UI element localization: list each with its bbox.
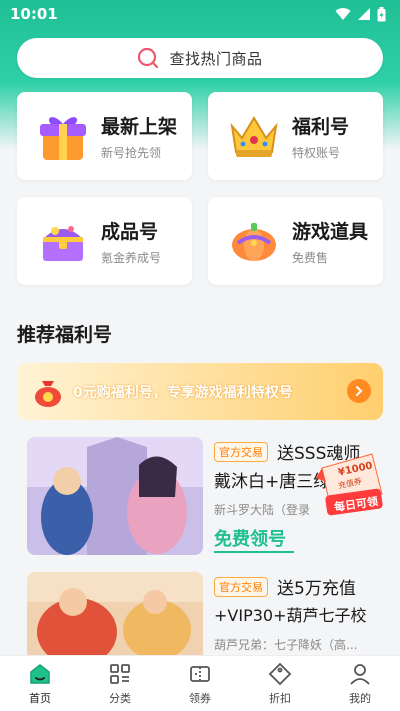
bottom-tab-bar: 首页 分类 领券 折扣 我的	[0, 655, 400, 711]
section-title: 推荐福利号	[17, 324, 113, 346]
category-card-new[interactable]: 最新上架 新号抢先领	[17, 92, 192, 180]
gift-box-icon	[40, 117, 86, 160]
ticket-icon	[190, 666, 210, 682]
category-subtitle: 免费售	[292, 251, 329, 265]
banner-arrow-button[interactable]	[347, 379, 371, 403]
search-placeholder: 查找热门商品	[169, 49, 263, 68]
status-bar: 10:01	[0, 0, 400, 28]
tab-coupon[interactable]: 领券	[160, 656, 240, 711]
category-subtitle: 氪金养成号	[101, 251, 162, 265]
official-trade-badge: 官方交易	[214, 442, 268, 462]
tab-label: 我的	[349, 692, 371, 705]
category-title: 福利号	[292, 116, 350, 138]
tab-home[interactable]: 首页	[0, 656, 80, 711]
status-time: 10:01	[10, 5, 58, 23]
money-bag-icon	[35, 380, 61, 407]
item-title-line1: 送5万充值	[277, 579, 356, 599]
item-game-name: 葫芦兄弟：七子降妖（高...	[214, 638, 358, 652]
promo-banner[interactable]: 0元购福利号，专享游戏福利特权号	[17, 363, 383, 420]
daily-coupon-sticker[interactable]: ¥1000 充值券 每日可领	[312, 448, 388, 520]
list-item[interactable]: 官方交易 送5万充值 +VIP30+葫芦七子校 葫芦兄弟：七子降妖（高...	[17, 572, 383, 656]
game-thumbnail	[27, 572, 203, 656]
treasure-chest-icon	[43, 226, 83, 261]
person-icon	[350, 664, 370, 685]
search-icon	[138, 47, 159, 69]
tab-label: 首页	[29, 692, 51, 705]
category-card-welfare[interactable]: 福利号 特权账号	[208, 92, 383, 180]
search-bar[interactable]: 查找热门商品	[17, 38, 383, 78]
home-icon	[30, 664, 50, 684]
category-card-items[interactable]: 游戏道具 免费售	[208, 197, 383, 285]
tab-category[interactable]: 分类	[80, 656, 160, 711]
item-title-line2: +VIP30+葫芦七子校	[214, 606, 367, 625]
grid-icon	[110, 664, 130, 684]
tab-label: 分类	[109, 692, 131, 705]
category-card-built[interactable]: 成品号 氪金养成号	[17, 197, 192, 285]
wifi-icon	[335, 8, 351, 20]
game-thumbnail	[27, 437, 203, 555]
pumpkin-icon	[232, 223, 276, 261]
category-title: 游戏道具	[292, 221, 369, 243]
tab-profile[interactable]: 我的	[320, 656, 400, 711]
tab-discount[interactable]: 折扣	[240, 656, 320, 711]
crown-icon	[230, 116, 278, 157]
signal-icon	[358, 8, 370, 20]
claim-free-button[interactable]: 免费领号	[214, 525, 286, 551]
battery-icon	[377, 6, 386, 21]
category-subtitle: 特权账号	[292, 146, 341, 160]
banner-text: 0元购福利号，专享游戏福利特权号	[73, 384, 293, 401]
item-game-name: 新斗罗大陆（登录	[214, 503, 311, 517]
chevron-right-icon	[356, 386, 363, 396]
official-trade-badge: 官方交易	[214, 577, 268, 597]
tab-label: 折扣	[269, 692, 291, 705]
category-subtitle: 新号抢先领	[101, 146, 162, 160]
category-title: 最新上架	[101, 116, 178, 138]
tab-label: 领券	[189, 692, 211, 705]
claim-underline	[214, 551, 294, 553]
tag-icon	[268, 662, 292, 686]
category-title: 成品号	[101, 221, 159, 243]
